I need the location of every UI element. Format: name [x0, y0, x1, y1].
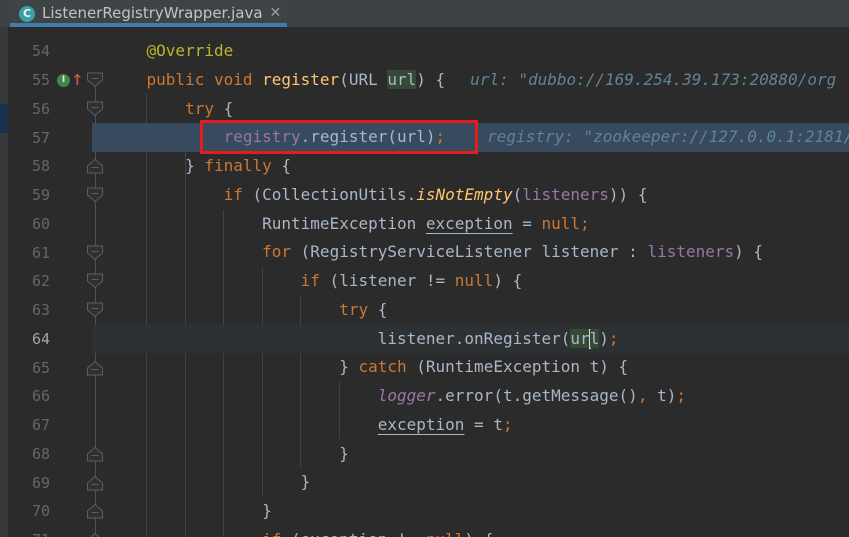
code-line[interactable]: 68 } — [8, 440, 849, 469]
code-text[interactable]: try { — [104, 95, 233, 124]
code-line[interactable]: 54 @Override — [8, 37, 849, 66]
gutter: 68 — [8, 440, 104, 469]
gutter-icons: I↑ — [50, 74, 86, 87]
code-text[interactable]: } — [104, 440, 349, 469]
line-number[interactable]: 67 — [8, 416, 50, 434]
line-number[interactable]: 54 — [8, 42, 50, 60]
code-text[interactable]: if (exception != null) { — [104, 526, 493, 537]
code-line[interactable]: 70 } — [8, 497, 849, 526]
code-text[interactable]: public void register(URL url) { — [104, 66, 445, 95]
gutter: 56 — [8, 95, 104, 124]
line-number[interactable]: 56 — [8, 100, 50, 118]
line-number[interactable]: 60 — [8, 215, 50, 233]
fold-collapse-icon[interactable] — [86, 273, 104, 289]
annotation-highlight-box — [200, 120, 478, 154]
code-text[interactable]: @Override — [104, 37, 233, 66]
gutter: 54 — [8, 37, 104, 66]
gutter: 67 — [8, 411, 104, 440]
line-number[interactable]: 63 — [8, 301, 50, 319]
gutter: 58 — [8, 152, 104, 181]
code-line[interactable]: 60 RuntimeException exception = null; — [8, 210, 849, 239]
line-number[interactable]: 61 — [8, 244, 50, 262]
fold-expand-icon[interactable] — [86, 503, 104, 519]
code-line[interactable]: 62 if (listener != null) { — [8, 267, 849, 296]
code-text[interactable]: if (listener != null) { — [104, 267, 522, 296]
code-line[interactable]: 58 } finally { — [8, 152, 849, 181]
line-number[interactable]: 59 — [8, 186, 50, 204]
gutter: 61 — [8, 238, 104, 267]
fold-collapse-icon[interactable] — [86, 302, 104, 318]
code-line[interactable]: 65 } catch (RuntimeException t) { — [8, 353, 849, 382]
code-text[interactable]: } finally { — [104, 152, 291, 181]
tab-close-icon[interactable]: ✕ — [270, 0, 282, 27]
fold-expand-icon[interactable] — [86, 360, 104, 376]
gutter: 62 — [8, 267, 104, 296]
fold-expand-icon[interactable] — [86, 158, 104, 174]
line-number[interactable]: 68 — [8, 445, 50, 463]
code-line[interactable]: 63 try { — [8, 296, 849, 325]
fold-collapse-icon[interactable] — [86, 187, 104, 203]
line-number[interactable]: 65 — [8, 359, 50, 377]
code-text[interactable]: RuntimeException exception = null; — [104, 210, 590, 239]
gutter: 65 — [8, 353, 104, 382]
editor-tab-bar: C ListenerRegistryWrapper.java ✕ — [0, 0, 849, 27]
code-text[interactable]: } catch (RuntimeException t) { — [104, 353, 628, 382]
debugger-inline-value: registry: "zookeeper://127.0.0.1:2181/ — [487, 123, 849, 152]
tab-listener-registry-wrapper[interactable]: C ListenerRegistryWrapper.java ✕ — [10, 0, 287, 27]
gutter: 63 — [8, 296, 104, 325]
code-line[interactable]: 69 } — [8, 468, 849, 497]
code-line[interactable]: 56 try { — [8, 95, 849, 124]
code-text[interactable]: exception = t; — [104, 411, 513, 440]
line-number[interactable]: 58 — [8, 157, 50, 175]
code-text[interactable]: for (RegistryServiceListener listener : … — [104, 238, 763, 267]
fold-expand-icon[interactable] — [86, 475, 104, 491]
gutter: 57 — [8, 123, 104, 152]
code-line[interactable]: 59 if (CollectionUtils.isNotEmpty(listen… — [8, 181, 849, 210]
java-class-icon: C — [19, 6, 35, 22]
fold-expand-icon[interactable] — [86, 532, 104, 537]
gutter: 71 — [8, 526, 104, 537]
tab-title: ListenerRegistryWrapper.java — [42, 0, 263, 27]
code-editor: 54 @Override55I↑ public void register(UR… — [0, 27, 849, 537]
fold-collapse-icon[interactable] — [86, 72, 104, 88]
code-text[interactable]: listener.onRegister(url); — [104, 325, 619, 354]
line-number[interactable]: 69 — [8, 474, 50, 492]
code-text[interactable]: } — [104, 468, 310, 497]
fold-collapse-icon[interactable] — [86, 101, 104, 117]
code-text[interactable]: logger.error(t.getMessage(), t); — [104, 382, 686, 411]
code-rows: 54 @Override55I↑ public void register(UR… — [8, 27, 849, 537]
gutter: 69 — [8, 468, 104, 497]
override-up-arrow-icon[interactable]: ↑ — [71, 74, 84, 87]
implements-method-icon[interactable]: I — [57, 74, 70, 87]
gutter: 55I↑ — [8, 66, 104, 95]
line-number[interactable]: 62 — [8, 272, 50, 290]
code-line[interactable]: 55I↑ public void register(URL url) {url:… — [8, 66, 849, 95]
code-line[interactable]: 66 logger.error(t.getMessage(), t); — [8, 382, 849, 411]
line-number[interactable]: 55 — [8, 71, 50, 89]
gutter: 70 — [8, 497, 104, 526]
line-number[interactable]: 70 — [8, 502, 50, 520]
left-strip-selection — [0, 104, 8, 133]
left-edge-strip — [0, 27, 8, 537]
gutter: 59 — [8, 181, 104, 210]
code-line[interactable]: 67 exception = t; — [8, 411, 849, 440]
code-line[interactable]: 64 listener.onRegister(url); — [8, 325, 849, 354]
gutter: 66 — [8, 382, 104, 411]
code-text[interactable]: if (CollectionUtils.isNotEmpty(listeners… — [104, 181, 647, 210]
line-number[interactable]: 57 — [8, 129, 50, 147]
gutter: 64 — [8, 325, 104, 354]
code-line[interactable]: 61 for (RegistryServiceListener listener… — [8, 238, 849, 267]
line-number[interactable]: 66 — [8, 387, 50, 405]
fold-collapse-icon[interactable] — [86, 245, 104, 261]
fold-expand-icon[interactable] — [86, 446, 104, 462]
debugger-inline-value: url: "dubbo://169.254.39.173:20880/org — [470, 66, 836, 95]
line-number[interactable]: 64 — [8, 330, 50, 348]
gutter: 60 — [8, 210, 104, 239]
code-line[interactable]: 71 if (exception != null) { — [8, 526, 849, 537]
code-text[interactable]: } — [104, 497, 272, 526]
code-text[interactable]: try { — [104, 296, 387, 325]
line-number[interactable]: 71 — [8, 531, 50, 537]
